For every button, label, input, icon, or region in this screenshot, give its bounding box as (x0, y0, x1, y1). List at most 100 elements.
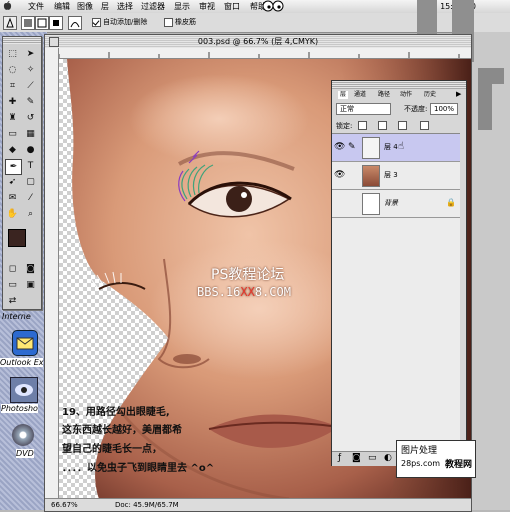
layer-name: 背景 (384, 199, 398, 207)
photoshop-icon[interactable] (10, 377, 38, 403)
zoom-tool-icon[interactable]: ⌕ (23, 207, 38, 221)
desktop-icon-outlook-label[interactable]: Outlook Ex (0, 358, 44, 367)
jump-to-imageready-icon[interactable]: ⇄ (5, 294, 20, 308)
shape-layer-icon (24, 19, 32, 27)
foreground-color-swatch[interactable] (8, 229, 26, 247)
paths-button[interactable] (35, 16, 49, 30)
gradient-tool-icon[interactable]: ▦ (23, 127, 38, 141)
auto-add-delete-checkbox[interactable] (92, 18, 101, 27)
tools-palette: ⬚ ➤ ◌ ✧ ⌗ ⟋ ✚ ✎ ♜ ↺ ▭ ▦ ◆ ● ✒ T ➹ ▢ ✉ ⁄ … (2, 36, 42, 310)
lock-image-checkbox[interactable] (378, 121, 387, 130)
menu-view[interactable]: 显示 (174, 1, 190, 12)
outlook-icon[interactable] (12, 330, 38, 356)
dvd-icon[interactable] (12, 424, 34, 446)
pen-tool-preset[interactable] (3, 16, 17, 30)
fill-icon (53, 20, 59, 26)
blend-mode-value: 正常 (340, 105, 354, 113)
document-titlebar[interactable]: 003.psd @ 66.7% (层 4,CMYK) (45, 35, 471, 49)
opacity-field[interactable]: 100% (430, 103, 458, 115)
blur-tool-icon[interactable]: ◆ (5, 143, 20, 157)
menu-image[interactable]: 图像 (77, 1, 93, 12)
menu-window[interactable]: 窗口 (224, 1, 240, 12)
document-title: 003.psd @ 66.7% (层 4,CMYK) (197, 37, 319, 46)
envelope-icon (16, 337, 34, 350)
lock-position-checkbox[interactable] (398, 121, 407, 130)
tab-paths[interactable]: 路径 (378, 91, 390, 99)
logo-line-2: 28ps.com (401, 459, 441, 468)
layer-row[interactable]: 背景 🔒 (332, 190, 460, 218)
eyes-icon (262, 0, 284, 12)
path-select-icon[interactable]: ➹ (5, 175, 20, 189)
marquee-tool-icon[interactable]: ⬚ (5, 47, 20, 61)
fill-pixels-button[interactable] (49, 16, 63, 30)
move-tool-icon[interactable]: ➤ (23, 47, 38, 61)
lasso-tool-icon[interactable]: ◌ (5, 63, 20, 77)
desktop-icon-internet-label[interactable]: Interne (2, 312, 31, 321)
pen-tool-icon[interactable]: ✒ (5, 159, 22, 175)
brush-tool-icon[interactable]: ✎ (23, 95, 38, 109)
pen-icon (6, 17, 14, 28)
fullscreen-mode-icon[interactable]: ▣ (23, 278, 38, 292)
shape-layer-button[interactable] (21, 16, 35, 30)
menu-select[interactable]: 选择 (117, 1, 133, 12)
caption-line-3: 望自己的睫毛长一点， (62, 444, 162, 455)
eyedropper-tool-icon[interactable]: ⁄ (23, 191, 38, 205)
palette-menu-icon[interactable]: ▶ (456, 90, 461, 98)
layer-row[interactable]: 👁 层 3 (332, 162, 460, 190)
tools-titlebar[interactable] (3, 37, 41, 44)
layer-name: 层 3 (384, 171, 398, 179)
quickmask-mode-icon[interactable]: ◙ (23, 262, 38, 276)
logo-line-1: 图片处理 (401, 446, 438, 456)
rubber-band-label: 橡皮筋 (175, 18, 196, 26)
blend-mode-select[interactable]: 正常 (336, 103, 391, 115)
crop-tool-icon[interactable]: ⌗ (5, 79, 20, 93)
desktop-icon-dvd-label[interactable]: DVD (16, 449, 34, 458)
history-brush-icon[interactable]: ↺ (23, 111, 38, 125)
hand-tool-icon[interactable]: ✋ (5, 207, 20, 221)
pen-mode-button[interactable] (68, 16, 82, 30)
new-set-icon[interactable]: ▭ (368, 453, 377, 463)
visibility-eye-icon[interactable]: 👁 (334, 170, 346, 180)
opacity-label: 不透度: (404, 105, 428, 113)
menu-file[interactable]: 文件 (28, 1, 44, 12)
lock-all-checkbox[interactable] (420, 121, 429, 130)
watermark-title: PS教程论坛 (211, 267, 285, 283)
notes-tool-icon[interactable]: ✉ (5, 191, 20, 205)
apple-icon[interactable] (3, 1, 12, 11)
dodge-tool-icon[interactable]: ● (23, 143, 38, 157)
standard-mode-icon[interactable]: ◻ (5, 262, 20, 276)
layer-row[interactable]: 👁 ✎ 层 4 ☝ (332, 134, 460, 162)
ruler-ticks (58, 52, 460, 58)
zoom-level[interactable]: 66.67% (51, 499, 78, 511)
layer-style-icon[interactable]: ƒ (338, 453, 341, 463)
add-mask-icon[interactable]: ◙ (352, 453, 361, 463)
type-tool-icon[interactable]: T (23, 159, 38, 173)
tab-channels[interactable]: 通道 (354, 91, 366, 99)
tab-layers[interactable]: 层 (338, 91, 349, 99)
lock-transparency-checkbox[interactable] (358, 121, 367, 130)
slice-tool-icon[interactable]: ⟋ (23, 79, 38, 93)
rubber-band-checkbox[interactable] (164, 18, 173, 27)
magic-wand-tool-icon[interactable]: ✧ (23, 63, 38, 77)
screen-mode-icon[interactable]: ▭ (5, 278, 20, 292)
menu-edit[interactable]: 编辑 (54, 1, 70, 12)
layers-titlebar[interactable] (332, 81, 466, 89)
adjustment-layer-icon[interactable]: ◐ (384, 453, 392, 463)
stamp-tool-icon[interactable]: ♜ (5, 111, 20, 125)
eraser-tool-icon[interactable]: ▭ (5, 127, 20, 141)
freeform-pen-icon (70, 22, 80, 28)
visibility-eye-icon[interactable]: 👁 (334, 142, 346, 152)
desktop-icon-photoshop-label[interactable]: Photosho (1, 404, 38, 413)
healing-brush-icon[interactable]: ✚ (5, 95, 20, 109)
tab-history[interactable]: 历史 (424, 91, 436, 99)
visibility-empty-slot[interactable] (334, 198, 346, 208)
lock-icon: 🔒 (446, 198, 456, 207)
status-bar: 66.67% Doc: 45.9M/65.7M (45, 498, 471, 511)
tab-actions[interactable]: 动作 (400, 91, 412, 99)
menu-layer[interactable]: 层 (101, 1, 109, 12)
menu-filter[interactable]: 过滤器 (141, 1, 165, 12)
layers-palette: 层 通道 路径 动作 历史 ▶ 正常 不透度: 100% 锁定: 👁 ✎ 层 4… (331, 80, 467, 466)
document-size[interactable]: Doc: 45.9M/65.7M (115, 499, 179, 511)
menu-review[interactable]: 审视 (199, 1, 215, 12)
shape-tool-icon[interactable]: ▢ (23, 175, 38, 189)
